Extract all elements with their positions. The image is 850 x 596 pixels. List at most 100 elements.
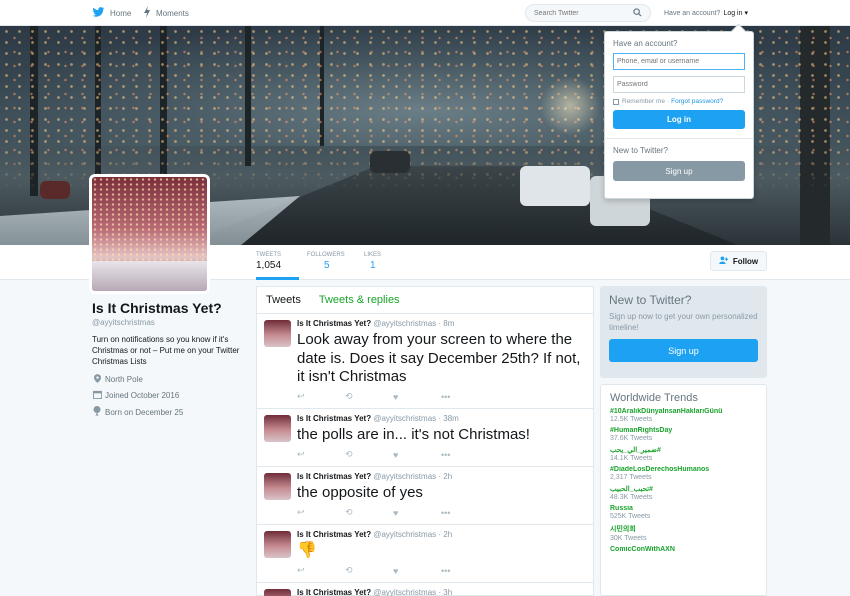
caret-down-icon: ▾ (744, 10, 748, 17)
stat-tweets[interactable]: TWEETS 1,054 (256, 252, 299, 280)
heart-icon[interactable]: ♥ (393, 392, 441, 402)
tweet-header: Is It Christmas Yet? @ayyitschristmas · … (297, 530, 453, 539)
stat-likes-label: LIKES (364, 252, 382, 258)
tweet-author-handle[interactable]: @ayyitschristmas (373, 530, 436, 539)
top-navigation: Home Moments Have an account? Log in ▾ (0, 0, 850, 26)
trend-name[interactable]: ComicConWithAXN (610, 546, 757, 553)
tweet-author-handle[interactable]: @ayyitschristmas (373, 414, 436, 423)
login-dropdown-toggle[interactable]: Log in ▾ (723, 9, 748, 17)
trend-name[interactable]: #تحبب_الحبيب (610, 485, 757, 493)
twitter-bird-icon (92, 6, 105, 20)
nav-moments[interactable]: Moments (143, 0, 189, 26)
reply-icon[interactable]: ↩ (297, 449, 345, 460)
trend-item[interactable]: 시민의회 30K Tweets (610, 524, 757, 542)
trends-module: Worldwide Trends #10AralıkDünyaİnsanHakl… (600, 384, 767, 596)
trend-name[interactable]: Russia (610, 505, 757, 512)
heart-icon[interactable]: ♥ (393, 450, 441, 460)
tweet-author-handle[interactable]: @ayyitschristmas (373, 588, 436, 596)
profile-name[interactable]: Is It Christmas Yet? (92, 300, 252, 316)
tweet-time[interactable]: 8m (443, 319, 454, 328)
have-account-area: Have an account? Log in ▾ (664, 0, 748, 26)
username-field[interactable] (613, 53, 745, 70)
trend-item[interactable]: Russia 525K Tweets (610, 505, 757, 520)
remember-me-checkbox[interactable] (613, 98, 619, 105)
timeline-tabs: Tweets Tweets & replies (257, 287, 593, 314)
password-field[interactable] (613, 76, 745, 93)
tweet-author-name[interactable]: Is It Christmas Yet? (297, 530, 371, 539)
tweet-avatar[interactable] (264, 320, 291, 347)
tweet-item[interactable]: Is It Christmas Yet? @ayyitschristmas · … (257, 409, 593, 467)
tweet-author-name[interactable]: Is It Christmas Yet? (297, 472, 371, 481)
more-icon[interactable]: ••• (441, 508, 489, 518)
signup-button-dropdown[interactable]: Sign up (613, 161, 745, 181)
tweet-author-name[interactable]: Is It Christmas Yet? (297, 414, 371, 423)
trend-name[interactable]: 시민의회 (610, 524, 757, 534)
reply-icon[interactable]: ↩ (297, 507, 345, 518)
heart-icon[interactable]: ♥ (393, 508, 441, 518)
more-icon[interactable]: ••• (441, 450, 489, 460)
nav-home[interactable]: Home (92, 0, 131, 26)
tweet-item[interactable]: Is It Christmas Yet? @ayyitschristmas · … (257, 583, 593, 596)
search-box (525, 4, 651, 22)
trend-name[interactable]: #HumanRightsDay (610, 427, 757, 434)
calendar-icon (92, 390, 102, 401)
tweet-header: Is It Christmas Yet? @ayyitschristmas · … (297, 319, 455, 328)
tab-tweets-and-replies[interactable]: Tweets & replies (319, 294, 400, 306)
more-icon[interactable]: ••• (441, 392, 489, 402)
tweet-avatar[interactable] (264, 415, 291, 442)
tweet-author-name[interactable]: Is It Christmas Yet? (297, 319, 371, 328)
tweet-author-name[interactable]: Is It Christmas Yet? (297, 588, 371, 596)
retweet-icon[interactable]: ⟲ (345, 565, 393, 576)
login-button[interactable]: Log in (613, 110, 745, 129)
tweet-item[interactable]: Is It Christmas Yet? @ayyitschristmas · … (257, 525, 593, 583)
reply-icon[interactable]: ↩ (297, 391, 345, 402)
more-icon[interactable]: ••• (441, 566, 489, 576)
separator-dot: · (666, 98, 670, 105)
nav-home-label: Home (110, 8, 132, 18)
tweet-header: Is It Christmas Yet? @ayyitschristmas · … (297, 588, 453, 596)
trend-count: 14.1K Tweets (610, 455, 653, 462)
remember-me-label: Remember me (622, 98, 665, 105)
tweet-avatar[interactable] (264, 473, 291, 500)
trend-count: 37.6K Tweets (610, 435, 653, 442)
tweet-avatar[interactable] (264, 531, 291, 558)
profile-card: Is It Christmas Yet? @ayyitschristmas Tu… (92, 300, 252, 418)
tweet-author-handle[interactable]: @ayyitschristmas (373, 472, 436, 481)
search-icon[interactable] (633, 7, 642, 19)
profile-handle[interactable]: @ayyitschristmas (92, 318, 252, 327)
stat-followers[interactable]: FOLLOWERS 5 (307, 252, 352, 280)
profile-location-text: North Pole (105, 375, 143, 384)
lightning-icon (143, 6, 151, 20)
tweet-time[interactable]: 38m (443, 414, 459, 423)
follow-button[interactable]: Follow (710, 251, 767, 271)
reply-icon[interactable]: ↩ (297, 565, 345, 576)
tab-tweets[interactable]: Tweets (266, 294, 301, 306)
tweet-time[interactable]: 2h (443, 472, 452, 481)
trend-item[interactable]: ComicConWithAXN (610, 546, 757, 553)
stat-followers-value: 5 (324, 260, 330, 271)
tweet-time[interactable]: 2h (443, 530, 452, 539)
tweet-avatar[interactable] (264, 589, 291, 596)
stat-likes[interactable]: LIKES 1 (364, 252, 394, 280)
trend-item[interactable]: #تحبب_الحبيب 48.3K Tweets (610, 485, 757, 501)
trend-name[interactable]: #ضمير_الي_يحب (610, 446, 757, 454)
tweet-time[interactable]: 3h (443, 588, 452, 596)
trend-item[interactable]: #DiadeLosDerechosHumanos 2,317 Tweets (610, 466, 757, 481)
trend-name[interactable]: #10AralıkDünyaİnsanHaklarıGünü (610, 408, 757, 415)
add-user-icon (719, 256, 729, 266)
trend-item[interactable]: #HumanRightsDay 37.6K Tweets (610, 427, 757, 442)
retweet-icon[interactable]: ⟲ (345, 507, 393, 518)
trend-item[interactable]: #ضمير_الي_يحب 14.1K Tweets (610, 446, 757, 462)
trend-item[interactable]: #10AralıkDünyaİnsanHaklarıGünü 12.5K Twe… (610, 408, 757, 423)
retweet-icon[interactable]: ⟲ (345, 391, 393, 402)
retweet-icon[interactable]: ⟲ (345, 449, 393, 460)
search-input[interactable] (534, 9, 624, 17)
heart-icon[interactable]: ♥ (393, 566, 441, 576)
signup-button[interactable]: Sign up (609, 339, 758, 362)
trend-name[interactable]: #DiadeLosDerechosHumanos (610, 466, 757, 473)
tweet-item[interactable]: Is It Christmas Yet? @ayyitschristmas · … (257, 467, 593, 525)
profile-avatar[interactable] (89, 174, 210, 294)
tweet-author-handle[interactable]: @ayyitschristmas (373, 319, 436, 328)
forgot-password-link[interactable]: Forgot password? (671, 98, 723, 105)
tweet-item[interactable]: Is It Christmas Yet? @ayyitschristmas · … (257, 314, 593, 409)
